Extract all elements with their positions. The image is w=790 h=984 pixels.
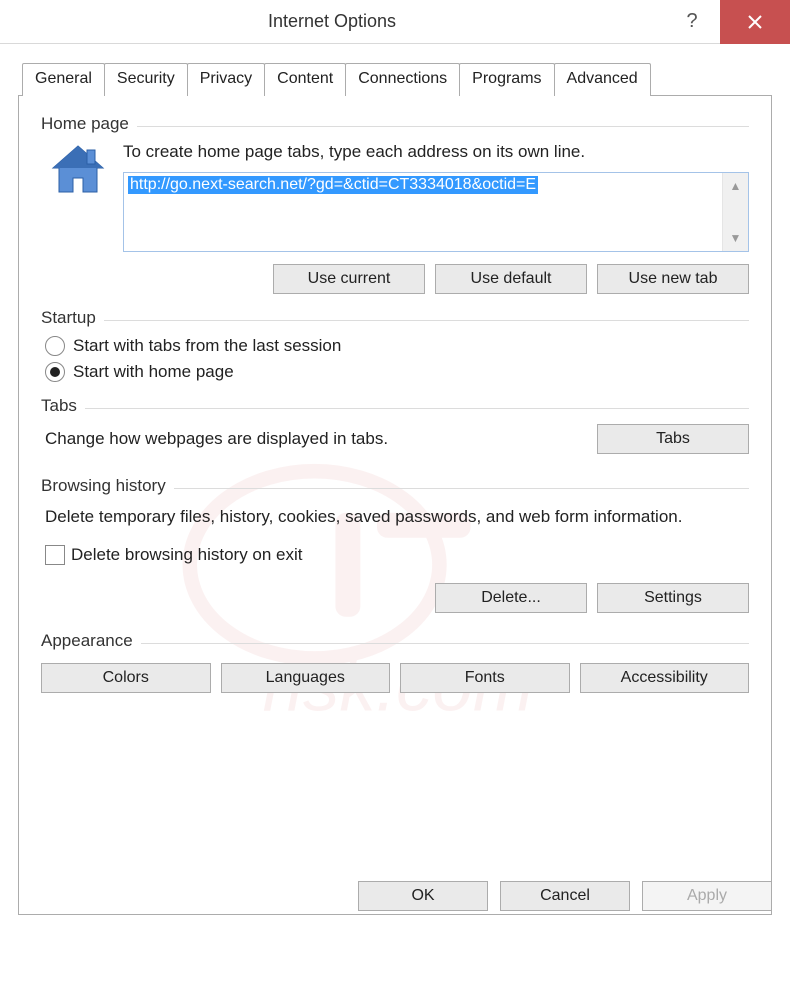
dialog-footer: OK Cancel Apply	[0, 865, 790, 929]
radio-label-home-page: Start with home page	[73, 362, 234, 382]
colors-button[interactable]: Colors	[41, 663, 211, 693]
group-appearance: Appearance Colors Languages Fonts Access…	[41, 631, 749, 693]
radio-last-session[interactable]: Start with tabs from the last session	[45, 336, 749, 356]
delete-button[interactable]: Delete...	[435, 583, 587, 613]
group-label-tabs: Tabs	[41, 396, 85, 416]
radio-icon	[45, 336, 65, 356]
scrollbar-vertical[interactable]: ▲ ▼	[722, 173, 748, 251]
use-new-tab-button[interactable]: Use new tab	[597, 264, 749, 294]
tab-content[interactable]: Content	[264, 63, 346, 96]
group-label-startup: Startup	[41, 308, 104, 328]
homepage-url-field[interactable]: http://go.next-search.net/?gd=&ctid=CT33…	[123, 172, 749, 252]
radio-label-last-session: Start with tabs from the last session	[73, 336, 341, 356]
delete-on-exit-label: Delete browsing history on exit	[71, 545, 303, 565]
apply-button[interactable]: Apply	[642, 881, 772, 911]
fonts-button[interactable]: Fonts	[400, 663, 570, 693]
radio-home-page[interactable]: Start with home page	[45, 362, 749, 382]
accessibility-button[interactable]: Accessibility	[580, 663, 750, 693]
tab-general[interactable]: General	[22, 63, 105, 96]
delete-on-exit-checkbox[interactable]: Delete browsing history on exit	[45, 545, 749, 565]
tab-advanced[interactable]: Advanced	[554, 63, 651, 96]
scroll-down-icon[interactable]: ▼	[723, 225, 748, 251]
tab-privacy[interactable]: Privacy	[187, 63, 265, 96]
radio-icon	[45, 362, 65, 382]
cancel-button[interactable]: Cancel	[500, 881, 630, 911]
tab-strip: General Security Privacy Content Connect…	[18, 62, 772, 95]
close-icon	[747, 14, 763, 30]
help-button[interactable]: ?	[664, 0, 720, 44]
titlebar: Internet Options ?	[0, 0, 790, 44]
window-title: Internet Options	[0, 11, 664, 32]
tabs-description: Change how webpages are displayed in tab…	[41, 429, 577, 449]
homepage-url-value: http://go.next-search.net/?gd=&ctid=CT33…	[128, 176, 538, 194]
languages-button[interactable]: Languages	[221, 663, 391, 693]
use-default-button[interactable]: Use default	[435, 264, 587, 294]
use-current-button[interactable]: Use current	[273, 264, 425, 294]
group-label-homepage: Home page	[41, 114, 137, 134]
ok-button[interactable]: OK	[358, 881, 488, 911]
scroll-up-icon[interactable]: ▲	[723, 173, 748, 199]
close-button[interactable]	[720, 0, 790, 44]
group-label-appearance: Appearance	[41, 631, 141, 651]
group-startup: Startup Start with tabs from the last se…	[41, 308, 749, 382]
browsing-history-description: Delete temporary files, history, cookies…	[45, 506, 749, 529]
tab-security[interactable]: Security	[104, 63, 188, 96]
group-tabs: Tabs Change how webpages are displayed i…	[41, 396, 749, 454]
tab-programs[interactable]: Programs	[459, 63, 554, 96]
group-homepage: Home page To create home page tabs, type…	[41, 114, 749, 294]
tabs-button[interactable]: Tabs	[597, 424, 749, 454]
tab-panel-general: risk.com Home page To create home page t…	[18, 95, 772, 915]
homepage-instruction: To create home page tabs, type each addr…	[123, 142, 749, 162]
home-icon	[49, 142, 107, 200]
checkbox-icon	[45, 545, 65, 565]
group-browsing-history: Browsing history Delete temporary files,…	[41, 476, 749, 613]
group-label-browsing-history: Browsing history	[41, 476, 174, 496]
history-settings-button[interactable]: Settings	[597, 583, 749, 613]
tab-connections[interactable]: Connections	[345, 63, 460, 96]
